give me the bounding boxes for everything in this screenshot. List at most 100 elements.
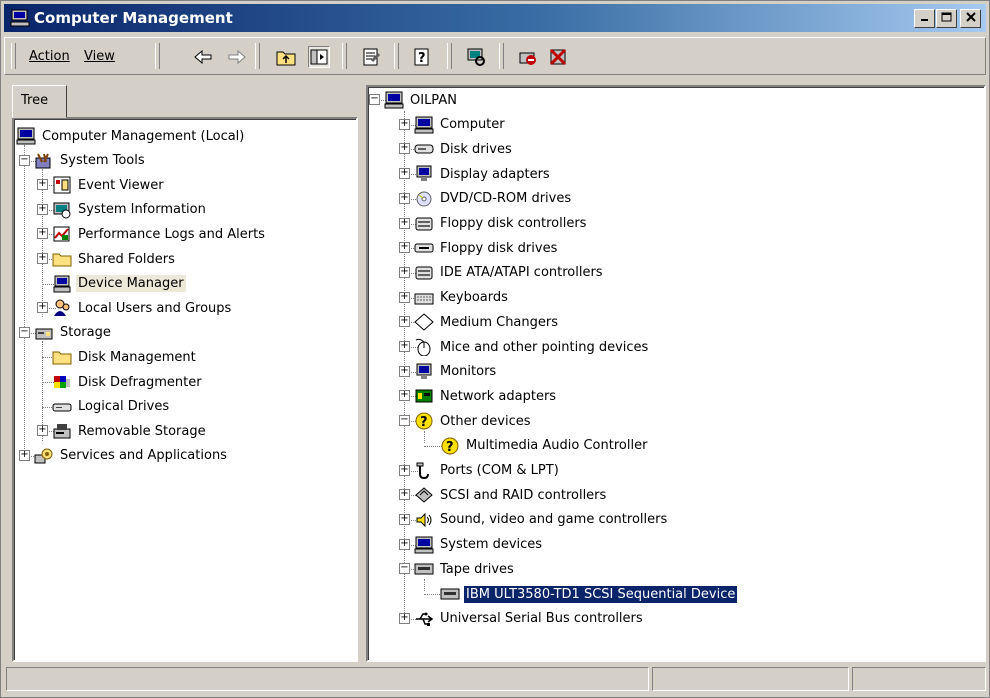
console-tree-item[interactable]: Shared Folders: [52, 248, 177, 270]
expand-plus-icon[interactable]: +: [399, 464, 410, 476]
device-tree-item[interactable]: Sound, video and game controllers: [414, 509, 669, 531]
device-tree-item-label: Multimedia Audio Controller: [466, 438, 648, 454]
console-tree-pane[interactable]: Computer Management (Local) − System Tools…: [12, 117, 358, 662]
console-tree-item[interactable]: Storage: [34, 322, 113, 344]
console-tree-item-label: Disk Defragmenter: [78, 374, 202, 390]
device-tree-item[interactable]: System devices: [414, 534, 544, 556]
minimize-button[interactable]: [914, 9, 935, 28]
device-tree-item[interactable]: DVD/CD-ROM drives: [414, 188, 573, 210]
device-tree-item[interactable]: IBM ULT3580-TD1 SCSI Sequential Device: [440, 583, 739, 605]
tab-tree[interactable]: Tree: [12, 85, 67, 118]
expand-plus-icon[interactable]: +: [399, 341, 410, 352]
action-menu[interactable]: Action: [29, 49, 70, 64]
expand-plus-icon[interactable]: +: [37, 425, 48, 437]
title-bar[interactable]: Computer Management: [4, 4, 986, 32]
expand-plus-icon[interactable]: +: [399, 192, 410, 204]
device-tree-item[interactable]: Monitors: [414, 361, 498, 383]
up-one-level-icon[interactable]: [275, 46, 297, 68]
expand-plus-icon[interactable]: +: [399, 242, 410, 254]
console-tree-item[interactable]: Logical Drives: [52, 396, 171, 418]
collapse-minus-icon[interactable]: −: [19, 154, 30, 166]
controller-icon: [414, 215, 434, 233]
status-bar-panel-2: [652, 667, 849, 691]
expand-plus-icon[interactable]: +: [37, 228, 48, 240]
device-tree-item[interactable]: Tape drives: [414, 558, 516, 580]
expand-plus-icon[interactable]: +: [19, 449, 30, 461]
device-tree-item[interactable]: Network adapters: [414, 385, 558, 407]
expand-plus-icon[interactable]: +: [399, 513, 410, 525]
expand-plus-icon[interactable]: +: [399, 365, 410, 377]
device-tree-item-label: OILPAN: [410, 92, 457, 108]
expand-plus-icon[interactable]: +: [37, 179, 48, 191]
device-tree-item-label: Keyboards: [440, 290, 508, 306]
device-tree-item[interactable]: OILPAN: [384, 89, 459, 111]
device-tree-item[interactable]: Floppy disk controllers: [414, 213, 588, 235]
show-hide-tree-icon[interactable]: [308, 46, 330, 68]
scan-hardware-icon[interactable]: [465, 46, 487, 68]
toolbar-grip[interactable]: [11, 43, 16, 69]
device-tree-item[interactable]: Keyboards: [414, 287, 510, 309]
expand-plus-icon[interactable]: +: [399, 168, 410, 180]
close-button[interactable]: [960, 9, 981, 28]
device-tree-item[interactable]: IDE ATA/ATAPI controllers: [414, 262, 605, 284]
device-tree-item[interactable]: Universal Serial Bus controllers: [414, 608, 645, 630]
expand-plus-icon[interactable]: +: [37, 253, 48, 264]
collapse-minus-icon[interactable]: −: [19, 326, 30, 338]
toolbar-separator-6: [499, 43, 504, 69]
console-tree-item[interactable]: Local Users and Groups: [52, 297, 233, 319]
console-tree-item[interactable]: System Tools: [34, 150, 147, 172]
collapse-minus-icon[interactable]: −: [399, 563, 410, 575]
device-tree-item[interactable]: Floppy disk drives: [414, 237, 559, 259]
storage-icon: [34, 324, 54, 342]
properties-icon[interactable]: [360, 46, 382, 68]
device-tree-item-label: Universal Serial Bus controllers: [440, 611, 643, 627]
console-tree-item[interactable]: Device Manager: [52, 273, 186, 295]
maximize-button[interactable]: [936, 9, 957, 28]
tree-connector-line: [42, 169, 43, 317]
device-tree-item[interactable]: SCSI and RAID controllers: [414, 484, 608, 506]
collapse-minus-icon[interactable]: −: [369, 94, 380, 105]
device-tree-item[interactable]: ? Other devices: [414, 410, 533, 432]
device-tree-item[interactable]: ? Multimedia Audio Controller: [440, 435, 649, 457]
console-tree-item[interactable]: Event Viewer: [52, 174, 166, 196]
expand-plus-icon[interactable]: +: [399, 143, 410, 155]
computer-icon: [414, 116, 434, 134]
expand-plus-icon[interactable]: +: [37, 203, 48, 215]
console-tree-item[interactable]: Services and Applications: [34, 445, 229, 467]
console-tree-item[interactable]: Removable Storage: [52, 420, 208, 442]
expand-plus-icon[interactable]: +: [399, 316, 410, 328]
device-tree-pane[interactable]: − OILPAN + Computer + Disk drives + Display ada…: [366, 85, 986, 662]
disable-device-icon[interactable]: [517, 46, 539, 68]
expand-plus-icon[interactable]: +: [37, 302, 48, 314]
device-tree-item[interactable]: Disk drives: [414, 138, 514, 160]
expand-plus-icon[interactable]: +: [399, 612, 410, 624]
device-tree-item-label: DVD/CD-ROM drives: [440, 191, 572, 207]
view-menu[interactable]: View: [84, 49, 115, 64]
expand-plus-icon[interactable]: +: [399, 489, 410, 501]
console-tree-item-label: Computer Management (Local): [42, 128, 245, 144]
device-tree-item[interactable]: Computer: [414, 114, 507, 136]
device-tree-item[interactable]: Display adapters: [414, 163, 552, 185]
help-icon[interactable]: ?: [411, 46, 433, 68]
back-arrow-icon[interactable]: [192, 46, 214, 68]
scsi-icon: [414, 486, 434, 504]
collapse-minus-icon[interactable]: −: [399, 415, 410, 427]
console-tree-item[interactable]: System Information: [52, 199, 208, 221]
expand-plus-icon[interactable]: +: [399, 217, 410, 229]
toolbar-separator: [155, 43, 160, 69]
disk-management-icon: [52, 348, 72, 366]
expand-plus-icon[interactable]: +: [399, 291, 410, 303]
expand-plus-icon[interactable]: +: [399, 266, 410, 278]
console-tree-item[interactable]: Computer Management (Local): [16, 125, 246, 147]
console-tree-item[interactable]: Disk Defragmenter: [52, 371, 204, 393]
console-tree-item[interactable]: Performance Logs and Alerts: [52, 223, 267, 245]
forward-arrow-icon[interactable]: [226, 46, 248, 68]
console-tree-item[interactable]: Disk Management: [52, 346, 198, 368]
expand-plus-icon[interactable]: +: [399, 538, 410, 550]
expand-plus-icon[interactable]: +: [399, 390, 410, 402]
expand-plus-icon[interactable]: +: [399, 118, 410, 130]
device-tree-item[interactable]: Ports (COM & LPT): [414, 460, 561, 482]
uninstall-device-icon[interactable]: [547, 46, 569, 68]
device-tree-item[interactable]: Mice and other pointing devices: [414, 336, 650, 358]
device-tree-item[interactable]: Medium Changers: [414, 311, 560, 333]
